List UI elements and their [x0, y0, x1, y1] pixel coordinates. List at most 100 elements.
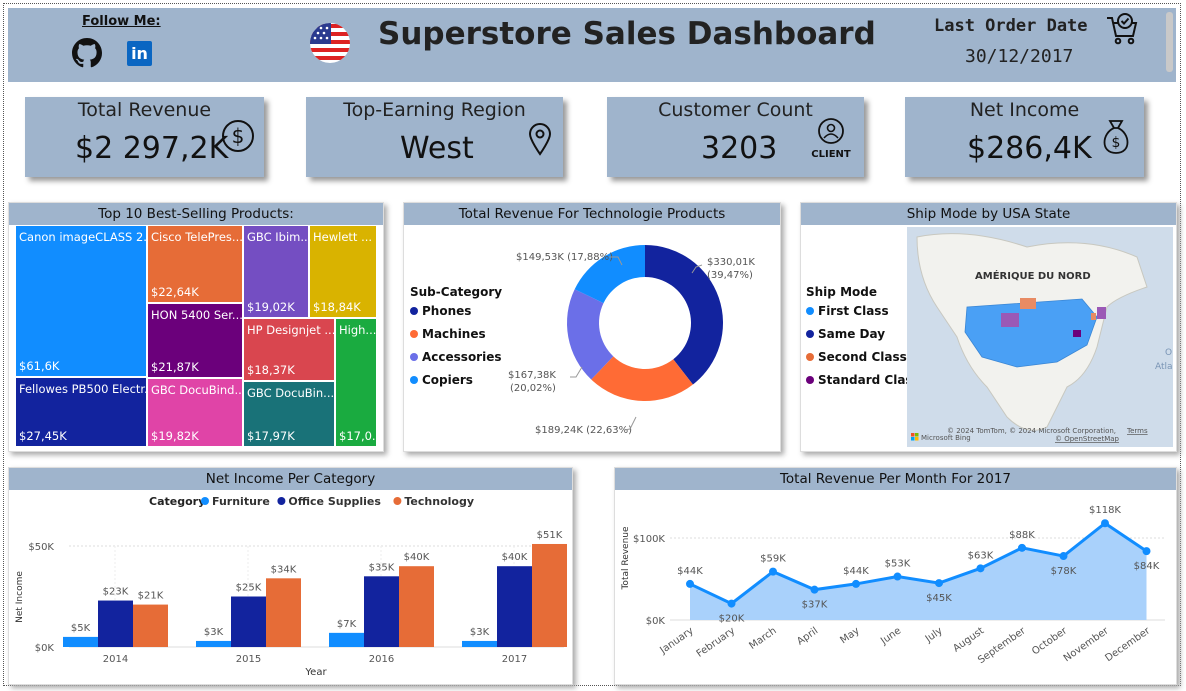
- treemap-cell[interactable]: HP Designjet ... $18,37K: [243, 318, 335, 381]
- treemap-cell-label: Hewlett ...: [313, 230, 373, 244]
- data-point[interactable]: [1142, 547, 1151, 556]
- treemap-cell[interactable]: High... $17,0...: [335, 318, 377, 447]
- map-legend-item[interactable]: Same Day: [806, 327, 885, 341]
- panel-title: Net Income Per Category: [9, 468, 572, 490]
- data-point[interactable]: [686, 579, 694, 588]
- data-point[interactable]: [976, 564, 985, 573]
- bar[interactable]: [231, 596, 266, 648]
- donut-data-label: $167,38K: [508, 370, 556, 381]
- continent-label: AMÉRIQUE DU NORD: [975, 269, 1091, 282]
- x-tick-label: April: [795, 625, 820, 647]
- kpi-value: $2 297,2K: [75, 131, 229, 166]
- kpi-value: 3203: [701, 131, 778, 166]
- treemap-cell[interactable]: GBC DocuBin... $17,97K: [243, 381, 335, 447]
- treemap-cell-label: HON 5400 Ser...: [151, 308, 243, 322]
- state-second-class[interactable]: [1091, 313, 1096, 320]
- x-tick-label: November: [1062, 625, 1112, 664]
- state-standard-class[interactable]: [1073, 330, 1081, 337]
- cart-icon: [1107, 13, 1138, 45]
- treemap-cell[interactable]: GBC DocuBind... $19,82K: [147, 378, 243, 447]
- bar[interactable]: [266, 578, 301, 647]
- x-tick-label: January: [658, 625, 696, 656]
- bar[interactable]: [364, 576, 399, 647]
- data-point[interactable]: [893, 572, 902, 581]
- bar[interactable]: [329, 632, 364, 647]
- map-legend-item[interactable]: Standard Class: [806, 373, 920, 387]
- bar-legend-label: Technology: [404, 495, 474, 508]
- data-point[interactable]: [935, 579, 943, 588]
- treemap-cell[interactable]: Hewlett ... $18,84K: [309, 225, 377, 318]
- treemap-cell-label: GBC DocuBind...: [151, 383, 243, 397]
- map-legend-title: Ship Mode: [806, 285, 877, 299]
- data-point[interactable]: [852, 579, 860, 588]
- panel-title: Total Revenue For Technologie Products: [404, 203, 780, 225]
- dollar-coin-icon: $: [222, 120, 254, 152]
- treemap-cell-value: $18,37K: [247, 363, 295, 377]
- dashboard-title: Superstore Sales Dashboard: [378, 16, 876, 52]
- github-icon[interactable]: [72, 38, 102, 68]
- data-point[interactable]: [810, 585, 819, 594]
- treemap-cell[interactable]: Canon imageCLASS 2... $61,6K: [15, 225, 147, 377]
- header-scrollbar[interactable]: [1166, 12, 1173, 72]
- bar[interactable]: [497, 566, 532, 647]
- treemap-cell-value: $17,0...: [339, 429, 376, 443]
- treemap-cell[interactable]: GBC Ibim... $19,02K: [243, 225, 309, 318]
- kpi-net-income: Net Income $286,4K $: [905, 97, 1144, 177]
- panel-monthly-revenue: Total Revenue Per Month For 2017 $100K $0…: [614, 467, 1177, 685]
- bar[interactable]: [532, 543, 567, 647]
- treemap-cell-value: $27,45K: [19, 429, 67, 443]
- state-standard-class[interactable]: [1001, 313, 1019, 327]
- treemap-cell[interactable]: HON 5400 Ser... $21,87K: [147, 303, 243, 378]
- map-legend-item[interactable]: Second Class: [806, 350, 907, 364]
- map-legend-item[interactable]: First Class: [806, 304, 889, 318]
- bar[interactable]: [399, 566, 434, 647]
- kpi-customer-count: Customer Count 3203 CLIENT: [607, 97, 864, 177]
- y-tick-label: $0K: [646, 616, 666, 627]
- north-america-map: AMÉRIQUE DU NORD O Atla © 2024 TomTom, ©…: [907, 227, 1173, 447]
- x-tick-label: 2014: [103, 654, 128, 665]
- map-canvas[interactable]: AMÉRIQUE DU NORD O Atla © 2024 TomTom, ©…: [907, 227, 1173, 447]
- data-point[interactable]: [1101, 519, 1109, 528]
- point-data-label: $53K: [885, 559, 911, 570]
- bing-logo: Microsoft Bing: [921, 434, 971, 442]
- kpi-value: $286,4K: [967, 131, 1092, 166]
- x-tick-label: September: [976, 625, 1028, 666]
- bar[interactable]: [63, 636, 98, 647]
- bar[interactable]: [133, 604, 168, 647]
- y-axis-title: Total Revenue: [621, 526, 631, 591]
- bar-data-label: $7K: [337, 619, 357, 630]
- donut-data-label: $149,53K (17,88%): [516, 252, 613, 263]
- legend-dot: [806, 307, 814, 315]
- state-standard-class[interactable]: [1097, 307, 1106, 319]
- x-tick-label: May: [838, 625, 861, 646]
- data-point[interactable]: [769, 567, 777, 576]
- bar[interactable]: [196, 640, 231, 647]
- bar-legend-dot: [393, 497, 402, 505]
- data-point[interactable]: [1018, 543, 1026, 552]
- linkedin-icon[interactable]: in: [127, 41, 152, 66]
- bar[interactable]: [462, 640, 497, 647]
- map-osm-link: © OpenStreetMap: [1055, 435, 1120, 443]
- treemap-cell-value: $17,97K: [247, 429, 295, 443]
- data-point[interactable]: [727, 599, 736, 608]
- bar-data-label: $40K: [404, 552, 430, 563]
- y-axis-title: Net Income: [15, 571, 25, 623]
- treemap-cell[interactable]: Cisco TelePres... $22,64K: [147, 225, 243, 303]
- bar-data-label: $34K: [271, 564, 297, 575]
- x-tick-label: February: [695, 625, 738, 659]
- point-data-label: $37K: [802, 600, 828, 611]
- panel-treemap: Top 10 Best-Selling Products: Canon imag…: [8, 202, 384, 452]
- data-point[interactable]: [1059, 552, 1068, 561]
- leader-line: [570, 366, 583, 378]
- bar[interactable]: [98, 600, 133, 647]
- usa-flag-icon: [310, 23, 350, 63]
- state-second-class[interactable]: [1020, 298, 1036, 309]
- treemap-cell[interactable]: Fellowes PB500 Electr... $27,45K: [15, 377, 147, 447]
- bar-data-label: $3K: [470, 627, 490, 638]
- donut-chart: $330,01K (39,47%) $189,24K (22,63%) $167,38…: [508, 245, 755, 436]
- panel-net-income: Net Income Per Category Category Furnitur…: [8, 467, 573, 685]
- treemap-cell-label: Canon imageCLASS 2...: [19, 230, 147, 244]
- map-attribution: © 2024 TomTom, © 2024 Microsoft Corporat…: [947, 427, 1116, 435]
- money-bag-icon: $: [1103, 120, 1129, 154]
- kpi-label: Total Revenue: [77, 99, 212, 121]
